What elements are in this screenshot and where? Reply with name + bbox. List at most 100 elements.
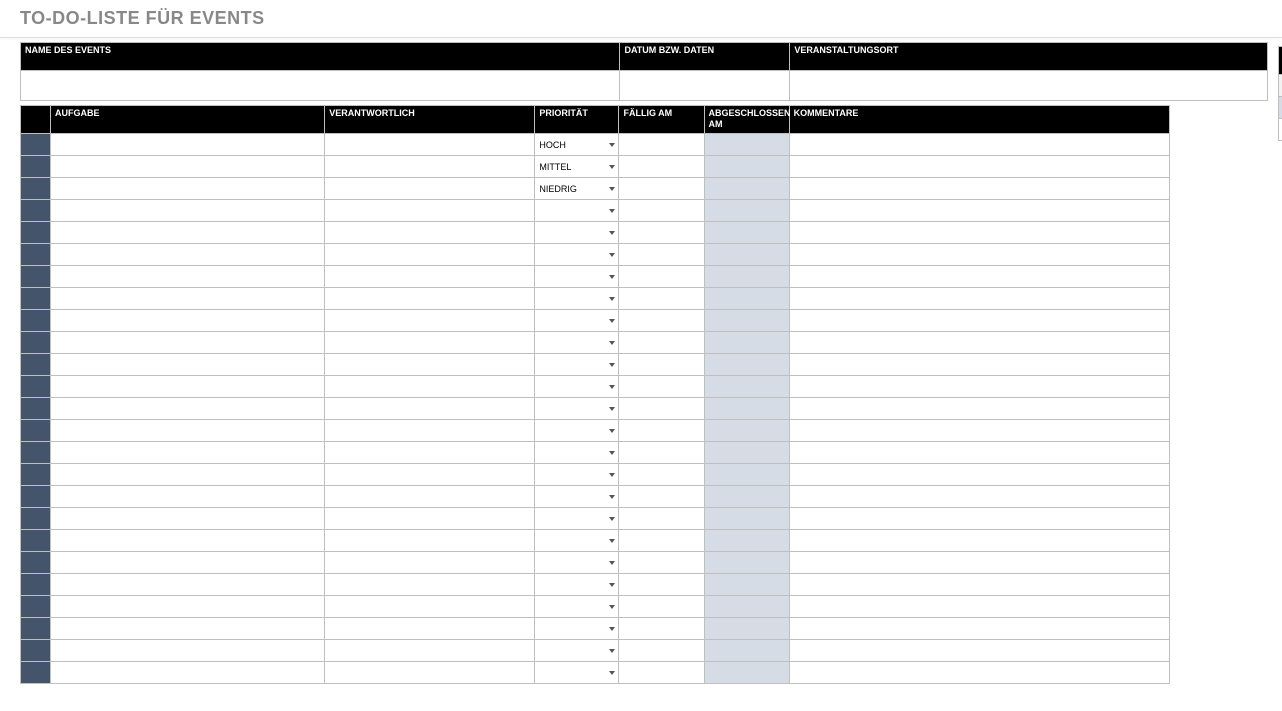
cell-comment[interactable] [789,552,1169,574]
cell-done[interactable] [704,442,789,464]
cell-priority[interactable] [535,398,619,420]
cell-priority[interactable] [535,310,619,332]
cell-owner[interactable] [325,310,535,332]
chevron-down-icon[interactable] [609,341,615,345]
cell-status[interactable] [21,178,51,200]
cell-due[interactable] [619,310,704,332]
cell-due[interactable] [619,420,704,442]
input-event-location[interactable] [790,71,1268,101]
cell-task[interactable] [51,618,325,640]
cell-comment[interactable] [789,662,1169,684]
cell-comment[interactable] [789,530,1169,552]
cell-done[interactable] [704,200,789,222]
cell-priority[interactable] [535,662,619,684]
cell-task[interactable] [51,442,325,464]
cell-task[interactable] [51,354,325,376]
chevron-down-icon[interactable] [609,253,615,257]
cell-due[interactable] [619,640,704,662]
cell-priority[interactable] [535,618,619,640]
cell-priority[interactable] [535,596,619,618]
cell-priority[interactable]: MITTEL [535,156,619,178]
chevron-down-icon[interactable] [609,187,615,191]
chevron-down-icon[interactable] [609,605,615,609]
cell-due[interactable] [619,332,704,354]
cell-comment[interactable] [789,618,1169,640]
chevron-down-icon[interactable] [609,275,615,279]
cell-status[interactable] [21,134,51,156]
cell-task[interactable] [51,464,325,486]
cell-owner[interactable] [325,530,535,552]
cell-priority[interactable]: HOCH [535,134,619,156]
cell-comment[interactable] [789,244,1169,266]
cell-comment[interactable] [789,288,1169,310]
cell-due[interactable] [619,552,704,574]
cell-status[interactable] [21,574,51,596]
cell-owner[interactable] [325,266,535,288]
cell-status[interactable] [21,200,51,222]
cell-task[interactable] [51,508,325,530]
cell-due[interactable] [619,486,704,508]
cell-status[interactable] [21,640,51,662]
cell-comment[interactable] [789,178,1169,200]
cell-priority[interactable] [535,486,619,508]
cell-comment[interactable] [789,574,1169,596]
cell-task[interactable] [51,178,325,200]
cell-status[interactable] [21,222,51,244]
cell-priority[interactable] [535,552,619,574]
cell-done[interactable] [704,420,789,442]
cell-due[interactable] [619,288,704,310]
chevron-down-icon[interactable] [609,627,615,631]
cell-task[interactable] [51,574,325,596]
cell-done[interactable] [704,640,789,662]
cell-status[interactable] [21,530,51,552]
cell-owner[interactable] [325,574,535,596]
cell-status[interactable] [21,552,51,574]
cell-comment[interactable] [789,442,1169,464]
cell-task[interactable] [51,376,325,398]
cell-due[interactable] [619,530,704,552]
input-event-date[interactable] [620,71,790,101]
cell-done[interactable] [704,244,789,266]
cell-priority[interactable] [535,530,619,552]
cell-status[interactable] [21,420,51,442]
cell-comment[interactable] [789,640,1169,662]
cell-task[interactable] [51,530,325,552]
chevron-down-icon[interactable] [609,473,615,477]
cell-due[interactable] [619,200,704,222]
cell-status[interactable] [21,508,51,530]
cell-status[interactable] [21,376,51,398]
cell-task[interactable] [51,266,325,288]
cell-task[interactable] [51,200,325,222]
chevron-down-icon[interactable] [609,363,615,367]
cell-priority[interactable] [535,508,619,530]
cell-done[interactable] [704,574,789,596]
cell-due[interactable] [619,574,704,596]
cell-owner[interactable] [325,134,535,156]
cell-due[interactable] [619,442,704,464]
cell-owner[interactable] [325,596,535,618]
cell-priority[interactable] [535,354,619,376]
cell-status[interactable] [21,442,51,464]
cell-done[interactable] [704,134,789,156]
cell-due[interactable] [619,178,704,200]
cell-status[interactable] [21,332,51,354]
cell-owner[interactable] [325,640,535,662]
cell-done[interactable] [704,464,789,486]
cell-done[interactable] [704,596,789,618]
cell-done[interactable] [704,398,789,420]
cell-owner[interactable] [325,200,535,222]
chevron-down-icon[interactable] [609,561,615,565]
cell-due[interactable] [619,596,704,618]
cell-task[interactable] [51,596,325,618]
cell-task[interactable] [51,310,325,332]
chevron-down-icon[interactable] [609,451,615,455]
chevron-down-icon[interactable] [609,671,615,675]
cell-done[interactable] [704,354,789,376]
cell-priority[interactable] [535,420,619,442]
cell-due[interactable] [619,244,704,266]
cell-comment[interactable] [789,266,1169,288]
chevron-down-icon[interactable] [609,429,615,433]
cell-done[interactable] [704,662,789,684]
chevron-down-icon[interactable] [609,649,615,653]
cell-priority[interactable] [535,332,619,354]
